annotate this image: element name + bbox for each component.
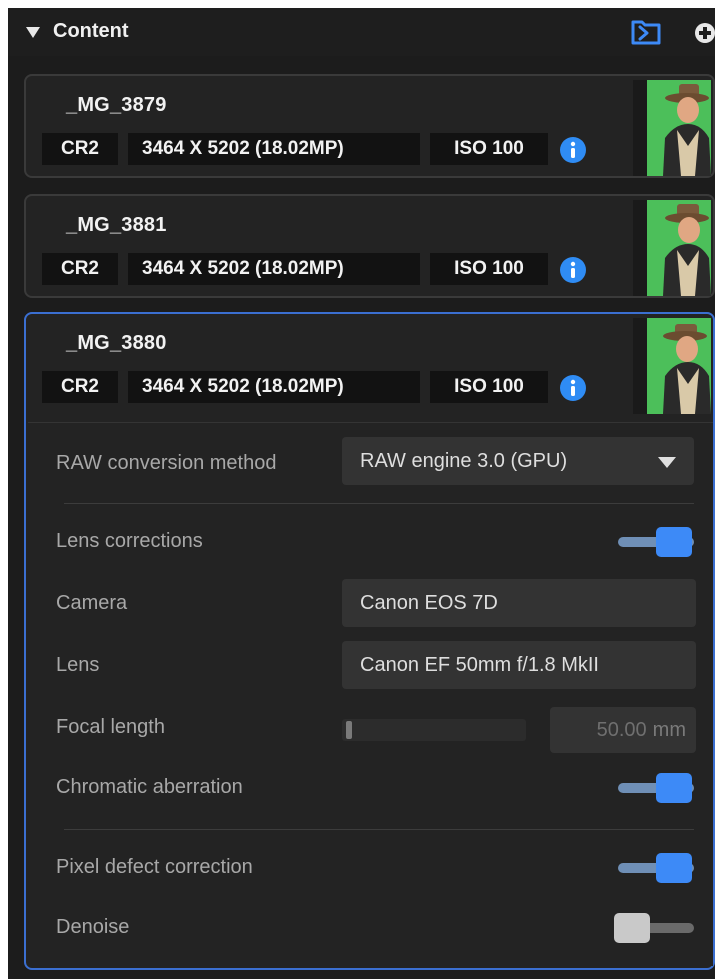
image-thumbnail	[633, 200, 711, 296]
image-item[interactable]: _MG_3881 CR2 3464 X 5202 (18.02MP) ISO 1…	[24, 194, 715, 298]
resolution-badge: 3464 X 5202 (18.02MP)	[128, 133, 420, 165]
iso-badge: ISO 100	[430, 371, 548, 403]
raw-settings: RAW conversion method RAW engine 3.0 (GP…	[28, 422, 713, 966]
image-item-selected[interactable]: _MG_3880 CR2 3464 X 5202 (18.02MP) ISO 1…	[24, 312, 715, 970]
lens-field[interactable]: Canon EF 50mm f/1.8 MkII	[342, 641, 696, 689]
lens-value: Canon EF 50mm f/1.8 MkII	[360, 654, 599, 676]
image-thumbnail	[633, 318, 711, 414]
divider	[64, 503, 694, 504]
raw-conversion-value: RAW engine 3.0 (GPU)	[360, 450, 568, 472]
camera-field[interactable]: Canon EOS 7D	[342, 579, 696, 627]
lens-label: Lens	[56, 654, 100, 676]
focal-length-value: 50.00	[596, 719, 647, 741]
focal-length-label: Focal length	[56, 716, 165, 738]
format-badge: CR2	[42, 371, 118, 403]
resolution-badge: 3464 X 5202 (18.02MP)	[128, 371, 420, 403]
resolution-badge: 3464 X 5202 (18.02MP)	[128, 253, 420, 285]
camera-label: Camera	[56, 592, 128, 614]
image-name: _MG_3881	[66, 214, 167, 236]
pixel-defect-label: Pixel defect correction	[56, 856, 253, 878]
raw-conversion-dropdown[interactable]: RAW engine 3.0 (GPU)	[342, 437, 694, 485]
info-icon[interactable]	[559, 374, 587, 402]
image-thumbnail	[633, 80, 711, 176]
focal-length-input[interactable]: 50.00 mm	[550, 707, 696, 753]
content-panel: Content _MG_3879 CR2 3464 X 5202 (18.02M…	[8, 8, 715, 979]
collapse-triangle-icon[interactable]	[26, 27, 40, 38]
chromatic-aberration-label: Chromatic aberration	[56, 776, 243, 798]
denoise-toggle[interactable]	[614, 913, 694, 943]
camera-value: Canon EOS 7D	[360, 592, 498, 614]
image-item[interactable]: _MG_3879 CR2 3464 X 5202 (18.02MP) ISO 1…	[24, 74, 715, 178]
image-name: _MG_3879	[66, 94, 167, 116]
content-header[interactable]: Content	[8, 8, 715, 56]
format-badge: CR2	[42, 253, 118, 285]
info-icon[interactable]	[559, 136, 587, 164]
plus-circle-icon[interactable]	[694, 22, 715, 44]
format-badge: CR2	[42, 133, 118, 165]
pixel-defect-toggle[interactable]	[614, 853, 694, 883]
info-icon[interactable]	[559, 256, 587, 284]
lens-corrections-label: Lens corrections	[56, 530, 203, 552]
iso-badge: ISO 100	[430, 133, 548, 165]
image-name: _MG_3880	[66, 332, 167, 354]
denoise-label: Denoise	[56, 916, 130, 938]
chromatic-aberration-toggle[interactable]	[614, 773, 694, 803]
divider	[64, 829, 694, 830]
slider-handle[interactable]	[346, 721, 352, 739]
lens-corrections-toggle[interactable]	[614, 527, 694, 557]
focal-length-slider[interactable]	[342, 719, 526, 741]
folder-link-icon[interactable]	[630, 18, 662, 46]
chevron-down-icon	[658, 457, 676, 468]
raw-conversion-label: RAW conversion method	[56, 452, 277, 474]
panel-title: Content	[53, 20, 129, 42]
iso-badge: ISO 100	[430, 253, 548, 285]
focal-length-unit: mm	[652, 719, 686, 741]
